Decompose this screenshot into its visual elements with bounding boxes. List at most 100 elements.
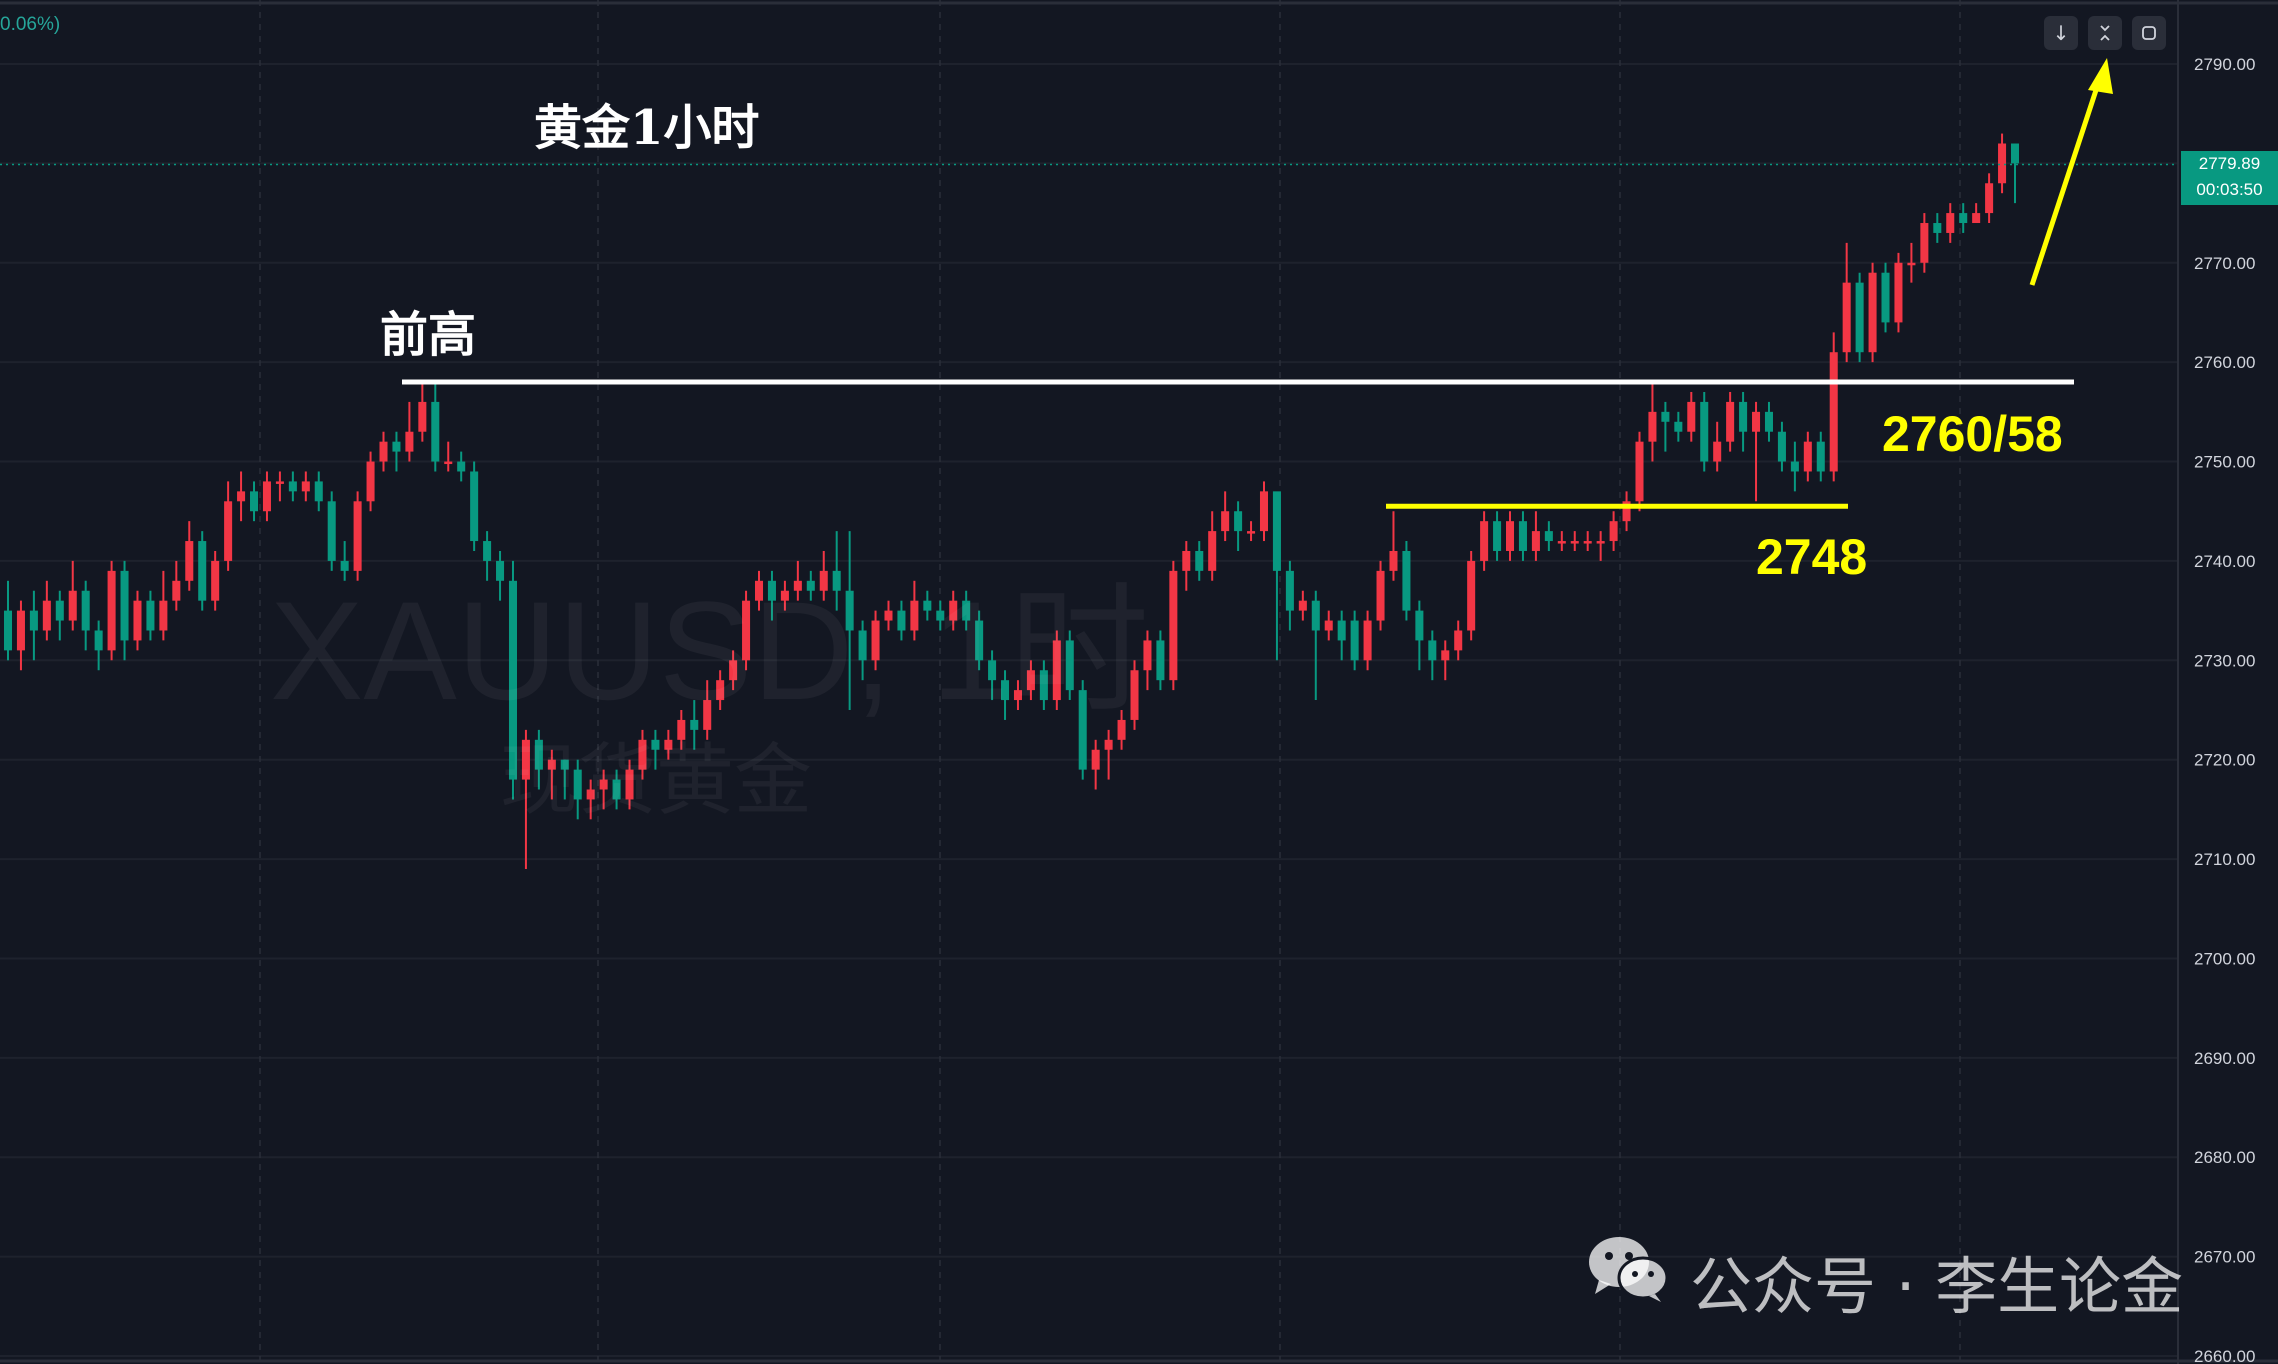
candle bbox=[1687, 391, 1696, 442]
candle bbox=[250, 481, 259, 522]
candle-body bbox=[1829, 352, 1838, 472]
candle bbox=[1985, 173, 1994, 224]
candle-body bbox=[55, 600, 64, 621]
candle bbox=[301, 471, 310, 502]
price-tick-label: 2730.00 bbox=[2194, 651, 2255, 670]
candle bbox=[1518, 511, 1527, 561]
candle-body bbox=[431, 401, 440, 462]
candle-body bbox=[1402, 550, 1411, 611]
candle-body bbox=[224, 501, 233, 561]
candle-body bbox=[1156, 640, 1165, 681]
candle-body bbox=[457, 461, 466, 472]
candle bbox=[1389, 511, 1398, 581]
price-tick-label: 2670.00 bbox=[2194, 1248, 2255, 1267]
candle bbox=[275, 471, 284, 502]
candle-body bbox=[1920, 223, 1929, 263]
fullscreen-icon[interactable] bbox=[2132, 16, 2166, 50]
candle bbox=[1713, 421, 1722, 472]
price-tick-label: 2790.00 bbox=[2194, 55, 2255, 74]
candle-body bbox=[1363, 620, 1372, 661]
price-axis: 2790.002780.002770.002760.002750.002740.… bbox=[2194, 55, 2255, 1364]
candle bbox=[1583, 531, 1592, 551]
candle bbox=[3, 580, 13, 661]
candle-body bbox=[1907, 262, 1916, 266]
candle bbox=[1803, 431, 1812, 482]
candle bbox=[1195, 541, 1204, 581]
bar-countdown: 00:03:50 bbox=[2196, 180, 2263, 199]
candle bbox=[392, 431, 401, 472]
candle bbox=[1933, 213, 1942, 243]
candle-body bbox=[1441, 650, 1450, 661]
candle-body bbox=[1415, 610, 1424, 641]
candle-body bbox=[1894, 262, 1903, 323]
candle bbox=[1208, 511, 1217, 581]
candle-body bbox=[1570, 541, 1579, 544]
candle bbox=[1700, 391, 1709, 472]
candle-body bbox=[172, 580, 181, 601]
candle bbox=[1752, 401, 1761, 502]
candle-body bbox=[1169, 570, 1178, 681]
candle bbox=[1829, 332, 1838, 482]
candle-body bbox=[146, 600, 155, 631]
candle bbox=[185, 521, 194, 591]
candle-body bbox=[1739, 401, 1748, 432]
price-tick-label: 2750.00 bbox=[2194, 453, 2255, 472]
candle-body bbox=[418, 401, 427, 432]
candle-body bbox=[1726, 401, 1735, 442]
candle-body bbox=[314, 481, 323, 502]
candle bbox=[405, 401, 414, 462]
candle bbox=[444, 441, 453, 472]
candle-body bbox=[1803, 441, 1812, 472]
candle-body bbox=[42, 600, 51, 631]
candle-body bbox=[1259, 491, 1269, 532]
wechat-icon bbox=[1589, 1237, 1669, 1302]
candle-body bbox=[1700, 401, 1709, 462]
candle-body bbox=[68, 590, 77, 621]
candle bbox=[237, 471, 246, 522]
candle bbox=[146, 590, 155, 641]
candle-body bbox=[1648, 411, 1657, 442]
candle bbox=[1376, 560, 1385, 631]
candle-body bbox=[1531, 531, 1540, 551]
candle-body bbox=[1674, 421, 1683, 432]
candle-body bbox=[1933, 223, 1942, 233]
candle bbox=[1337, 610, 1346, 661]
collapse-icon[interactable] bbox=[2088, 16, 2122, 50]
candle bbox=[133, 590, 142, 651]
candle bbox=[1842, 242, 1851, 363]
candle bbox=[1998, 133, 2007, 194]
candle-body bbox=[1998, 143, 2007, 184]
candle bbox=[1816, 431, 1825, 482]
candle bbox=[262, 471, 271, 522]
candle-body bbox=[1713, 441, 1722, 462]
candle-body bbox=[1221, 511, 1230, 532]
candle-body bbox=[1505, 521, 1515, 551]
candle bbox=[1091, 739, 1100, 790]
candle-body bbox=[16, 610, 25, 651]
candle-body bbox=[1764, 411, 1773, 432]
candle bbox=[1169, 560, 1178, 691]
candle bbox=[1739, 391, 1748, 452]
candle bbox=[159, 570, 168, 641]
candle-body bbox=[198, 541, 207, 601]
candle bbox=[1505, 511, 1515, 561]
candle-body bbox=[1790, 461, 1799, 472]
candle bbox=[1661, 401, 1670, 452]
candle-body bbox=[133, 600, 142, 641]
candle bbox=[1247, 521, 1256, 542]
chart-title: 黄金1小时 bbox=[534, 100, 760, 156]
candle-body bbox=[1777, 431, 1786, 462]
candle-body bbox=[1234, 511, 1243, 532]
candle bbox=[418, 382, 427, 442]
candle bbox=[1428, 630, 1437, 681]
price-tick-label: 2680.00 bbox=[2194, 1148, 2255, 1167]
candle-body bbox=[1493, 521, 1502, 551]
candle bbox=[1894, 252, 1903, 333]
arrow-down-icon[interactable]: ↓ bbox=[2044, 16, 2078, 50]
candle bbox=[431, 382, 440, 472]
candle bbox=[1635, 431, 1644, 512]
candle-body bbox=[2010, 143, 2020, 164]
candle bbox=[1557, 531, 1566, 551]
candle-body bbox=[1195, 550, 1204, 571]
candle-body bbox=[1985, 183, 1994, 214]
